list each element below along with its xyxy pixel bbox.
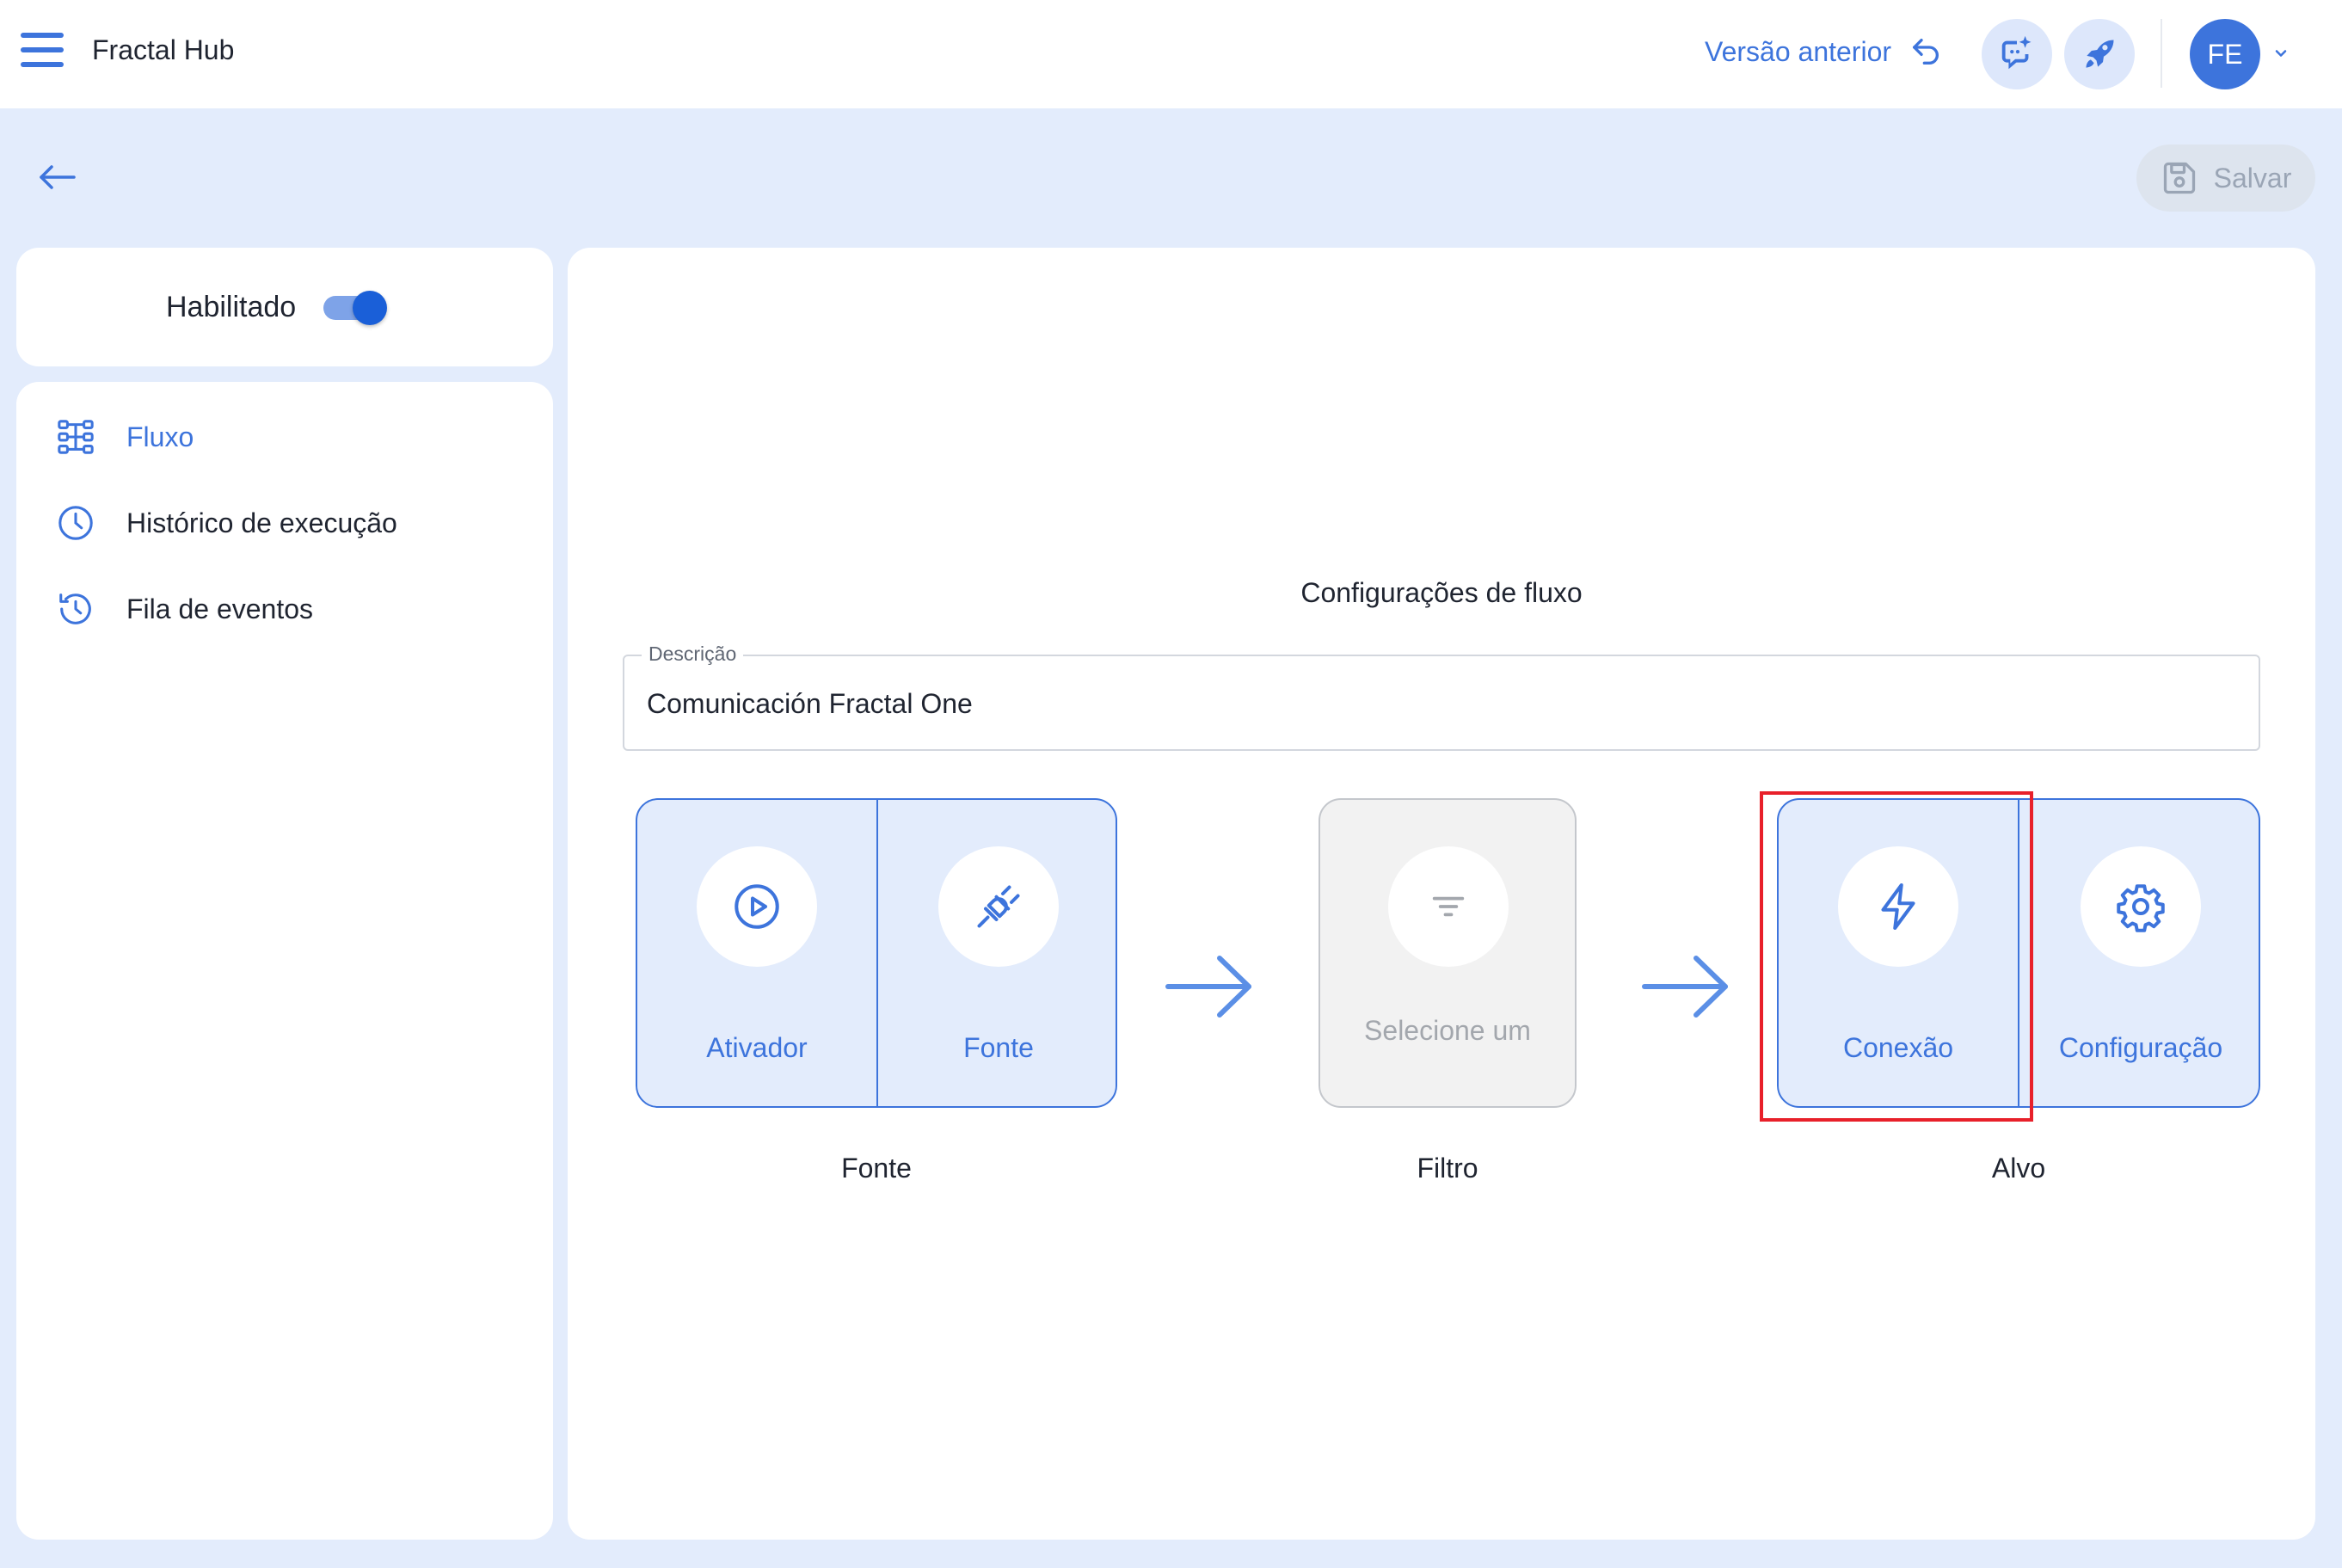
source-group: Ativador Fonte [636, 798, 1117, 1108]
sidebar-item-event-queue[interactable]: Fila de eventos [54, 583, 536, 635]
arrow-left-icon[interactable] [36, 160, 79, 194]
history-clock-icon [59, 593, 91, 624]
sidebar: Fluxo Histórico de execução Fila de even… [16, 382, 553, 1540]
target-group-caption: Alvo [1991, 1153, 2046, 1184]
rocket-button[interactable] [2064, 19, 2135, 89]
description-field: Descrição [623, 643, 2260, 751]
avatar[interactable]: FE [2190, 19, 2260, 89]
header-divider [2161, 19, 2162, 88]
gear-icon [2117, 884, 2165, 932]
chat-sparkle-icon [2001, 35, 2032, 70]
trigger-card[interactable]: Ativador [637, 800, 876, 1106]
floppy-disk-icon [2163, 162, 2195, 194]
enabled-card: Habilitado [16, 248, 553, 366]
play-circle-icon [735, 884, 779, 929]
configuration-card[interactable]: Configuração [2019, 800, 2259, 1106]
hamburger-menu-icon[interactable] [21, 33, 67, 72]
connection-label: Conexão [1842, 1032, 1954, 1063]
clock-icon [58, 506, 93, 540]
trigger-label: Ativador [706, 1032, 808, 1063]
chevron-down-icon[interactable] [2271, 45, 2291, 62]
configuration-label: Configuração [2058, 1032, 2223, 1063]
connection-card[interactable]: Conexão [1779, 800, 2018, 1106]
description-label: Descrição [642, 643, 744, 666]
sidebar-item-label: Histórico de execução [126, 507, 397, 538]
lightning-icon [1881, 883, 1915, 930]
page-title: Configurações de fluxo [1300, 577, 1583, 608]
source-card[interactable]: Fonte [878, 800, 1116, 1106]
target-group: Conexão Configuração [1777, 798, 2260, 1108]
sidebar-item-fluxo[interactable]: Fluxo [54, 411, 536, 463]
flow-settings-panel: Configurações de fluxo Descrição Ativado… [568, 248, 2315, 1540]
plug-icon [977, 885, 1020, 928]
chat-sparkle-button[interactable] [1982, 19, 2052, 89]
filter-select-label: Selecione um [1364, 1015, 1531, 1046]
enabled-toggle[interactable] [323, 291, 389, 325]
save-button[interactable]: Salvar [2136, 145, 2315, 212]
app-title: Fractal Hub [92, 34, 235, 65]
source-group-caption: Fonte [841, 1153, 912, 1184]
source-label: Fonte [963, 1032, 1034, 1063]
rocket-icon [2086, 40, 2114, 68]
previous-version-label: Versão anterior [1705, 35, 1892, 67]
undo-arrow-icon [1913, 39, 1939, 65]
sidebar-item-label: Fluxo [126, 421, 194, 452]
filter-group-caption: Filtro [1417, 1153, 1478, 1184]
description-input[interactable] [647, 682, 2229, 725]
enabled-label: Habilitado [166, 291, 297, 323]
sidebar-item-label: Fila de eventos [126, 593, 314, 624]
flow-diagram-icon [58, 420, 94, 454]
toggle-knob [353, 291, 387, 325]
sidebar-item-execution-history[interactable]: Histórico de execução [54, 497, 536, 549]
previous-version-link[interactable]: Versão anterior [1705, 34, 1943, 69]
filter-lines-icon [1432, 896, 1465, 917]
filter-card[interactable]: Selecione um [1319, 798, 1577, 1108]
arrow-right-icon [1165, 956, 1251, 1018]
top-bar: Fractal Hub Versão anterior FE [0, 0, 2342, 108]
arrow-right-icon [1642, 956, 1728, 1018]
save-button-label: Salvar [2213, 162, 2292, 194]
